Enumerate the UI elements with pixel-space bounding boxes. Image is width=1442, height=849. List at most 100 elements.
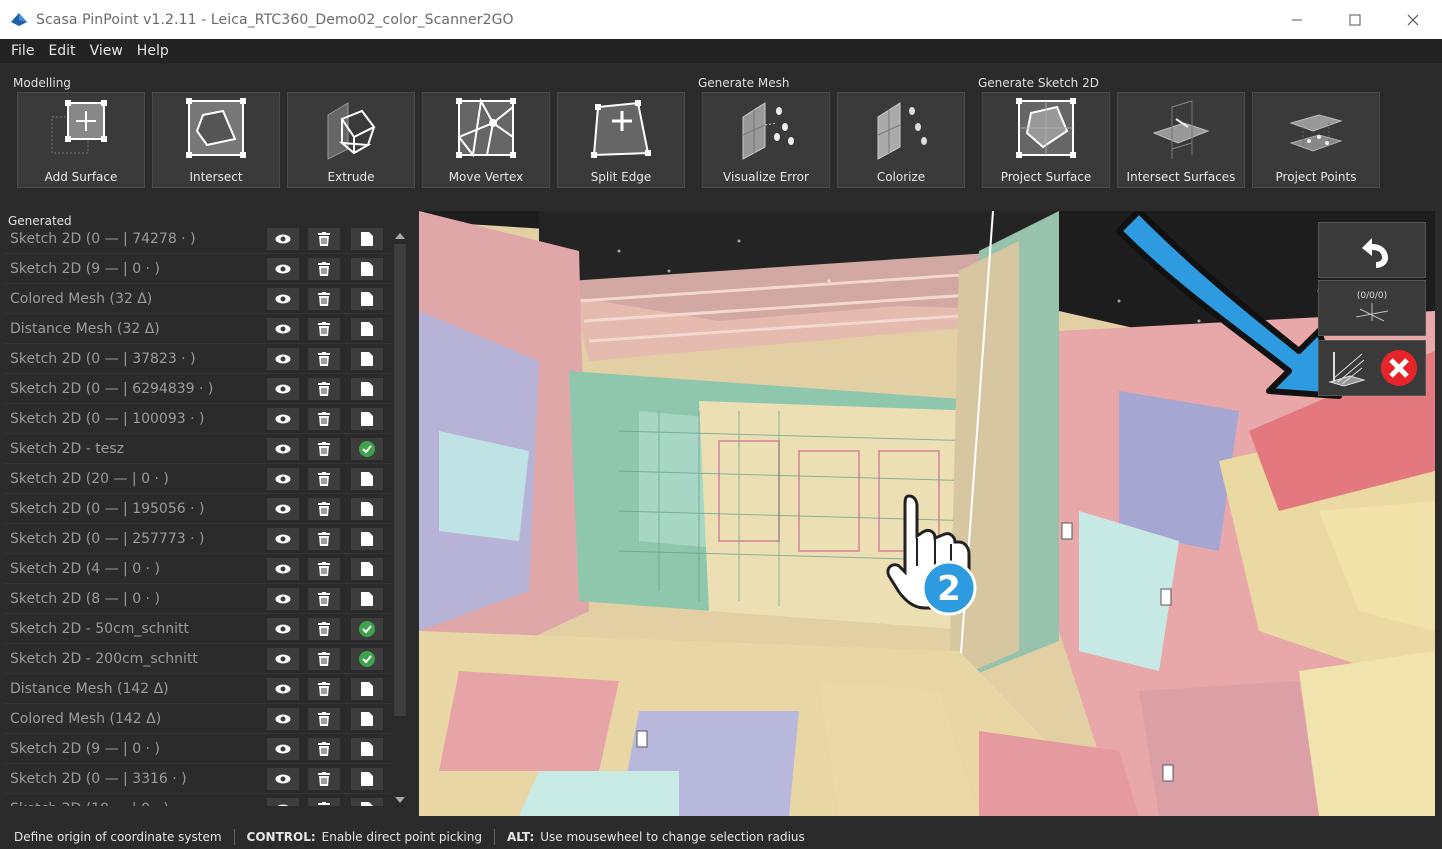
status-check-button[interactable] [351, 648, 383, 670]
visibility-toggle-button[interactable] [267, 498, 299, 520]
visibility-toggle-button[interactable] [267, 678, 299, 700]
list-item[interactable]: Sketch 2D (9 — | 0 · ) [4, 734, 392, 764]
visibility-toggle-button[interactable] [267, 738, 299, 760]
visibility-toggle-button[interactable] [267, 438, 299, 460]
delete-button[interactable] [308, 228, 340, 250]
visibility-toggle-button[interactable] [267, 798, 299, 806]
delete-button[interactable] [308, 738, 340, 760]
menu-help[interactable]: Help [130, 39, 176, 63]
document-button[interactable] [351, 228, 383, 250]
visibility-toggle-button[interactable] [267, 468, 299, 490]
delete-button[interactable] [308, 588, 340, 610]
move-vertex-button[interactable]: Move Vertex [422, 92, 550, 188]
3d-viewport[interactable]: 2 [419, 211, 1435, 816]
visibility-toggle-button[interactable] [267, 528, 299, 550]
list-item[interactable]: Sketch 2D (0 — | 100093 · ) [4, 404, 392, 434]
delete-button[interactable] [308, 258, 340, 280]
list-item[interactable]: Sketch 2D - 200cm_schnitt [4, 644, 392, 674]
list-item[interactable]: Sketch 2D (10 — | 0 · ) [4, 794, 392, 806]
delete-button[interactable] [308, 558, 340, 580]
maximize-button[interactable] [1326, 0, 1384, 39]
document-button[interactable] [351, 798, 383, 806]
delete-button[interactable] [308, 648, 340, 670]
visualize-error-button[interactable]: Visualize Error [702, 92, 830, 188]
status-check-button[interactable] [351, 618, 383, 640]
list-item[interactable]: Distance Mesh (32 Δ) [4, 314, 392, 344]
visibility-toggle-button[interactable] [267, 558, 299, 580]
visibility-toggle-button[interactable] [267, 378, 299, 400]
project-points-button[interactable]: Project Points [1252, 92, 1380, 188]
scroll-down-arrow-icon[interactable] [392, 792, 408, 808]
delete-button[interactable] [308, 318, 340, 340]
document-button[interactable] [351, 468, 383, 490]
document-button[interactable] [351, 738, 383, 760]
origin-button[interactable]: (0/0/0) [1318, 280, 1426, 336]
document-button[interactable] [351, 408, 383, 430]
cancel-icon[interactable] [1379, 348, 1419, 388]
visibility-toggle-button[interactable] [267, 318, 299, 340]
delete-button[interactable] [308, 468, 340, 490]
document-button[interactable] [351, 678, 383, 700]
delete-button[interactable] [308, 438, 340, 460]
list-item[interactable]: Colored Mesh (32 Δ) [4, 284, 392, 314]
add-surface-button[interactable]: Add Surface [17, 92, 145, 188]
visibility-toggle-button[interactable] [267, 588, 299, 610]
document-button[interactable] [351, 588, 383, 610]
intersect-surfaces-button[interactable]: Intersect Surfaces [1117, 92, 1245, 188]
list-item[interactable]: Sketch 2D - tesz [4, 434, 392, 464]
delete-button[interactable] [308, 378, 340, 400]
list-item[interactable]: Sketch 2D (9 — | 0 · ) [4, 254, 392, 284]
visibility-toggle-button[interactable] [267, 768, 299, 790]
grid-plane-icon[interactable] [1326, 348, 1366, 388]
document-button[interactable] [351, 288, 383, 310]
delete-button[interactable] [308, 528, 340, 550]
delete-button[interactable] [308, 498, 340, 520]
menu-view[interactable]: View [83, 39, 130, 63]
document-button[interactable] [351, 528, 383, 550]
list-item[interactable]: Sketch 2D (0 — | 74278 · ) [4, 224, 392, 254]
delete-button[interactable] [308, 678, 340, 700]
delete-button[interactable] [308, 408, 340, 430]
list-item[interactable]: Sketch 2D (0 — | 6294839 · ) [4, 374, 392, 404]
scroll-up-arrow-icon[interactable] [392, 228, 408, 244]
visibility-toggle-button[interactable] [267, 708, 299, 730]
undo-button[interactable] [1318, 222, 1426, 278]
list-item[interactable]: Sketch 2D (0 — | 257773 · ) [4, 524, 392, 554]
status-check-button[interactable] [351, 438, 383, 460]
document-button[interactable] [351, 558, 383, 580]
list-item[interactable]: Sketch 2D (4 — | 0 · ) [4, 554, 392, 584]
split-edge-button[interactable]: Split Edge [557, 92, 685, 188]
delete-button[interactable] [308, 708, 340, 730]
visibility-toggle-button[interactable] [267, 618, 299, 640]
intersect-button[interactable]: Intersect [152, 92, 280, 188]
extrude-button[interactable]: Extrude [287, 92, 415, 188]
minimize-button[interactable] [1268, 0, 1326, 39]
list-item[interactable]: Sketch 2D (0 — | 3316 · ) [4, 764, 392, 794]
colorize-button[interactable]: Colorize [837, 92, 965, 188]
delete-button[interactable] [308, 288, 340, 310]
visibility-toggle-button[interactable] [267, 258, 299, 280]
document-button[interactable] [351, 768, 383, 790]
delete-button[interactable] [308, 348, 340, 370]
project-surface-button[interactable]: Project Surface [982, 92, 1110, 188]
visibility-toggle-button[interactable] [267, 228, 299, 250]
delete-button[interactable] [308, 618, 340, 640]
generated-scrollbar[interactable] [392, 224, 408, 808]
list-item[interactable]: Sketch 2D (8 — | 0 · ) [4, 584, 392, 614]
document-button[interactable] [351, 378, 383, 400]
menu-edit[interactable]: Edit [41, 39, 82, 63]
list-item[interactable]: Sketch 2D (20 — | 0 · ) [4, 464, 392, 494]
list-item[interactable]: Distance Mesh (142 Δ) [4, 674, 392, 704]
visibility-toggle-button[interactable] [267, 288, 299, 310]
close-button[interactable] [1384, 0, 1442, 39]
scrollbar-thumb[interactable] [394, 244, 406, 716]
list-item[interactable]: Sketch 2D (0 — | 195056 · ) [4, 494, 392, 524]
visibility-toggle-button[interactable] [267, 348, 299, 370]
document-button[interactable] [351, 318, 383, 340]
menu-file[interactable]: File [4, 39, 41, 63]
visibility-toggle-button[interactable] [267, 408, 299, 430]
list-item[interactable]: Colored Mesh (142 Δ) [4, 704, 392, 734]
document-button[interactable] [351, 348, 383, 370]
document-button[interactable] [351, 708, 383, 730]
list-item[interactable]: Sketch 2D (0 — | 37823 · ) [4, 344, 392, 374]
